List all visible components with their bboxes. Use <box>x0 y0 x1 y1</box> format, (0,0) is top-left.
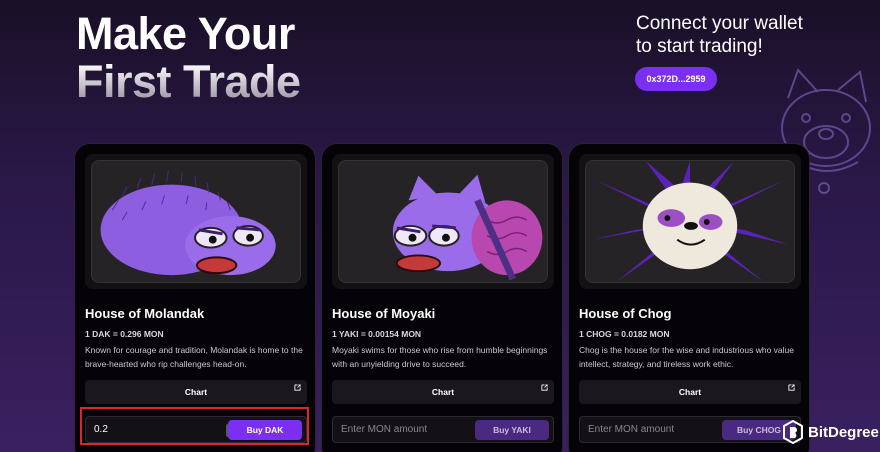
hedgehog-frog-icon <box>91 160 301 283</box>
watermark-text: BitDegree <box>808 423 879 441</box>
hero-title-line2: First Trade <box>76 56 301 107</box>
token-price: 1 DAK = 0.296 MON <box>85 329 164 339</box>
bitdegree-watermark: BitDegree <box>783 418 879 446</box>
external-link-icon <box>788 384 795 391</box>
mon-amount-input[interactable] <box>341 417 471 442</box>
house-description: Moyaki swims for those who rise from hum… <box>332 345 548 369</box>
house-title: House of Moyaki <box>332 306 436 321</box>
wallet-address-button[interactable]: 0x372D...2959 <box>635 67 717 91</box>
hero-title: Make Your First Trade <box>76 10 301 106</box>
house-description: Known for courage and tradition, Molanda… <box>85 345 303 369</box>
external-link-icon <box>541 384 548 391</box>
chart-button[interactable]: Chart <box>332 380 554 404</box>
card-image-frame <box>579 154 801 289</box>
highlight-box <box>80 407 309 445</box>
card-image-frame <box>332 154 554 289</box>
chart-button-label: Chart <box>184 387 208 397</box>
connect-line2: to start trading! <box>636 36 763 57</box>
cat-fish-frog-icon <box>338 160 548 283</box>
house-card-molandak: House of Molandak 1 DAK = 0.296 MON Know… <box>74 143 316 452</box>
house-card-chog: House of Chog 1 CHOG = 0.0182 MON Chog i… <box>568 143 810 452</box>
chart-button-label: Chart <box>431 387 455 397</box>
external-link-icon <box>294 384 301 391</box>
house-title: House of Chog <box>579 306 672 321</box>
buy-yaki-button[interactable]: Buy YAKI <box>475 420 549 440</box>
bitdegree-logo-icon <box>783 420 803 444</box>
chog-face-icon <box>585 160 795 283</box>
chart-button-label: Chart <box>678 387 702 397</box>
connect-wallet-message: Connect your wallet to start trading! <box>636 12 803 58</box>
mon-amount-input[interactable] <box>588 417 718 442</box>
house-title: House of Molandak <box>85 306 205 321</box>
card-image-frame <box>85 154 307 289</box>
amount-box: Buy YAKI <box>332 416 554 443</box>
connect-line1: Connect your wallet <box>636 13 803 34</box>
house-card-moyaki: House of Moyaki 1 YAKI = 0.00154 MON Moy… <box>321 143 563 452</box>
house-description: Chog is the house for the wise and indus… <box>579 345 794 369</box>
chart-button[interactable]: Chart <box>579 380 801 404</box>
chart-button[interactable]: Chart <box>85 380 307 404</box>
token-price: 1 YAKI = 0.00154 MON <box>332 329 422 339</box>
amount-box: Buy CHOG <box>579 416 801 443</box>
token-price: 1 CHOG = 0.0182 MON <box>579 329 670 339</box>
hero-title-line1: Make Your <box>76 8 295 59</box>
